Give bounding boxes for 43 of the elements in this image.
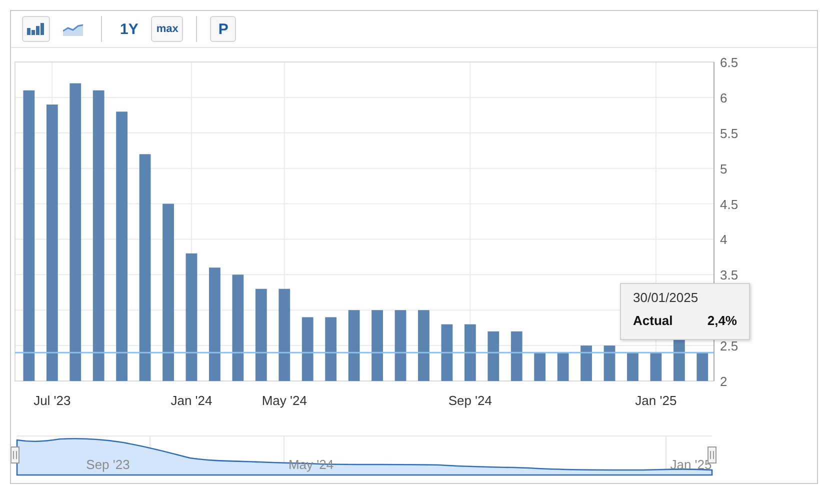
tooltip-label: Actual [633, 313, 673, 328]
axis-label: 6.5 [720, 55, 738, 70]
axis-label: May '24 [262, 393, 307, 408]
navigator-label: Sep '23 [86, 457, 130, 472]
bar [302, 317, 314, 381]
bar [325, 317, 337, 381]
axis-label: Jan '25 [635, 393, 677, 408]
axis-label: 5 [720, 161, 728, 176]
range-button[interactable]: P [210, 16, 236, 42]
axis-label: 6 [720, 90, 728, 106]
bar [673, 338, 685, 381]
axis-label: Jul '23 [34, 393, 71, 408]
bar [696, 352, 708, 381]
axis-label: 4 [720, 232, 728, 248]
tooltip-value: 2,4% [707, 313, 737, 328]
axis-label: 2.5 [720, 338, 738, 354]
axis-label: 5.5 [720, 126, 738, 141]
bar [580, 346, 592, 381]
tooltip-date: 30/01/2025 [633, 290, 700, 305]
bar [348, 310, 360, 381]
bar [418, 310, 430, 381]
bar [534, 352, 546, 381]
axis-label: Jan '24 [170, 393, 212, 408]
bar [604, 346, 616, 381]
bar [394, 310, 406, 381]
bar [441, 324, 453, 381]
bar-chart-button[interactable] [22, 16, 50, 42]
axis-label: 4.5 [720, 196, 738, 212]
bar [627, 352, 638, 381]
bar [650, 352, 662, 381]
range-button[interactable]: max [151, 16, 184, 42]
line-chart-icon [63, 22, 83, 36]
range-handle[interactable] [11, 446, 20, 464]
axis-label: Sep '24 [448, 393, 492, 408]
bar [488, 331, 500, 381]
axis-label: 2 [720, 374, 728, 389]
bar [510, 331, 522, 381]
bar [464, 324, 476, 381]
bar [557, 352, 569, 381]
bar-chart-icon [27, 23, 45, 35]
bar [372, 310, 383, 381]
axis-label: 3.5 [720, 268, 738, 283]
range-button[interactable]: 1Y [115, 16, 144, 42]
